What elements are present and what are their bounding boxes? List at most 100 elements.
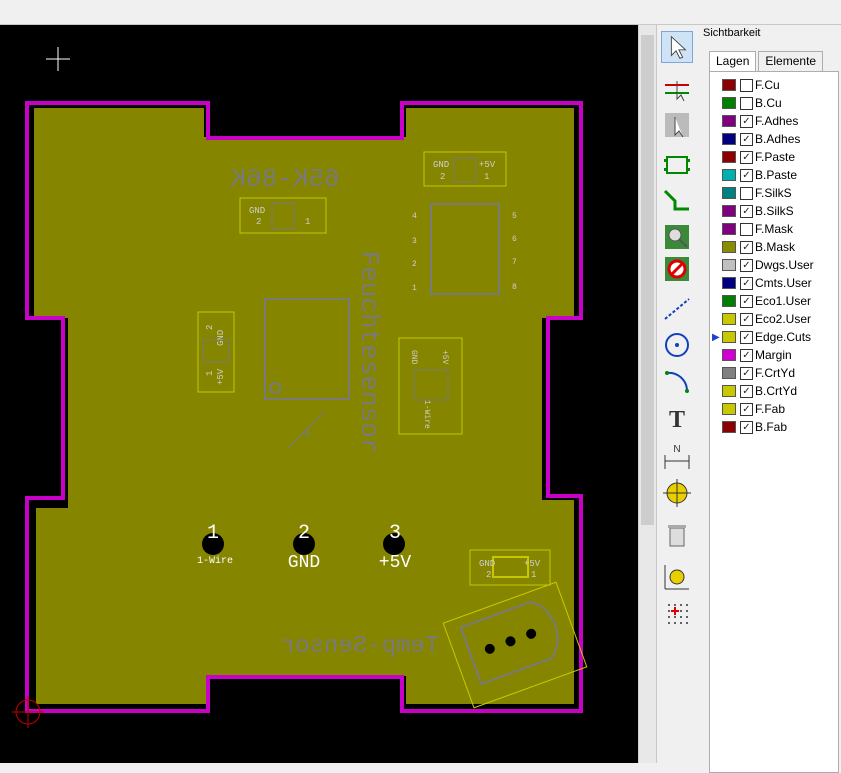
set-origin-tool[interactable] [661,561,693,593]
layer-color-swatch[interactable] [722,349,736,361]
layer-row-f-cu[interactable]: F.Cu [710,76,838,94]
pcb-canvas[interactable]: 65K-86K Feuchtesensor Temp-Sensor GND +5… [0,25,638,763]
layer-color-swatch[interactable] [722,169,736,181]
layer-row-f-silks[interactable]: F.SilkS [710,184,838,202]
layer-color-swatch[interactable] [722,259,736,271]
layer-row-f-fab[interactable]: ✓ F.Fab [710,400,838,418]
layer-color-swatch[interactable] [722,295,736,307]
layer-visibility-checkbox[interactable] [740,186,753,200]
layer-color-swatch[interactable] [722,115,736,127]
layer-row-f-crtyd[interactable]: ✓ F.CrtYd [710,364,838,382]
pad-2-label: GND [288,553,320,573]
layer-visibility-checkbox[interactable]: ✓ [740,132,753,146]
scrollbar-thumb[interactable] [641,35,654,525]
layer-color-swatch[interactable] [722,79,736,91]
connector-top-pin2: 2 [440,172,445,182]
layer-color-swatch[interactable] [722,403,736,415]
layer-color-swatch[interactable] [722,133,736,145]
layer-row-b-fab[interactable]: ✓ B.Fab [710,418,838,436]
grid-origin-tool[interactable] [661,597,693,629]
pad-1-label: 1-Wire [197,555,233,567]
svg-text:T: T [669,407,685,433]
layer-color-swatch[interactable] [722,151,736,163]
layer-visibility-checkbox[interactable]: ✓ [740,276,753,290]
draw-circle-icon [665,333,689,357]
connector-middle-gnd: GND [409,350,418,365]
layer-visibility-checkbox[interactable] [740,78,753,92]
layer-row-f-paste[interactable]: ✓ F.Paste [710,148,838,166]
connector-middle-1wire: 1-Wire [422,400,431,429]
layer-row-f-adhes[interactable]: ✓ F.Adhes [710,112,838,130]
layer-row-b-silks[interactable]: ✓ B.SilkS [710,202,838,220]
select-arrow-tool[interactable] [661,31,693,63]
layer-row-dwgs-user[interactable]: ✓ Dwgs.User [710,256,838,274]
layer-color-swatch[interactable] [722,313,736,325]
connector-upper-gnd: GND [249,206,265,216]
layer-color-swatch[interactable] [722,331,736,343]
layer-row-eco1-user[interactable]: ✓ Eco1.User [710,292,838,310]
layer-visibility-checkbox[interactable]: ✓ [740,312,753,326]
layer-visibility-checkbox[interactable]: ✓ [740,366,753,380]
layer-visibility-checkbox[interactable]: ✓ [740,420,753,434]
tab-elemente[interactable]: Elemente [758,51,824,72]
layer-color-swatch[interactable] [722,205,736,217]
layer-row-b-paste[interactable]: ✓ B.Paste [710,166,838,184]
layer-row-eco2-user[interactable]: ✓ Eco2.User [710,310,838,328]
connector-top-pin1: 1 [484,172,489,182]
layer-visibility-checkbox[interactable]: ✓ [740,240,753,254]
layer-visibility-checkbox[interactable]: ✓ [740,348,753,362]
layer-name: Eco1.User [755,294,812,308]
draw-line-tool[interactable] [661,293,693,325]
layer-visibility-checkbox[interactable]: ✓ [740,258,753,272]
layer-color-swatch[interactable] [722,223,736,235]
layer-visibility-checkbox[interactable]: ✓ [740,150,753,164]
add-via-tool[interactable] [661,221,693,253]
add-footprint-tool[interactable] [661,149,693,181]
add-dimension-tool[interactable]: N [661,441,693,473]
route-track-tool[interactable] [661,185,693,217]
layer-visibility-checkbox[interactable] [740,96,753,110]
layer-name: B.Paste [755,168,798,182]
layer-visibility-checkbox[interactable]: ✓ [740,114,753,128]
layer-visibility-checkbox[interactable]: ✓ [740,204,753,218]
draw-circle-tool[interactable] [661,329,693,361]
vertical-scrollbar[interactable] [638,25,657,763]
layer-row-b-mask[interactable]: ✓ B.Mask [710,238,838,256]
layer-row-b-adhes[interactable]: ✓ B.Adhes [710,130,838,148]
pcb-board-drawing[interactable]: 65K-86K Feuchtesensor Temp-Sensor GND +5… [0,25,638,763]
layer-color-swatch[interactable] [722,367,736,379]
delete-trash-tool[interactable] [661,519,693,551]
layer-row-cmts-user[interactable]: ✓ Cmts.User [710,274,838,292]
layer-color-swatch[interactable] [722,277,736,289]
top-toolbar-strip [0,0,841,25]
tab-lagen[interactable]: Lagen [709,51,757,72]
layer-row-b-cu[interactable]: B.Cu [710,94,838,112]
layer-visibility-checkbox[interactable]: ✓ [740,402,753,416]
set-origin-icon [664,565,689,590]
draw-arc-tool[interactable] [661,365,693,397]
layer-row-margin[interactable]: ✓ Margin [710,346,838,364]
add-keepout-zone-tool[interactable] [661,253,693,285]
layer-row-f-mask[interactable]: F.Mask [710,220,838,238]
layer-row-edge-cuts[interactable]: ▶ ✓ Edge.Cuts [710,328,838,346]
layer-visibility-checkbox[interactable]: ✓ [740,168,753,182]
layer-color-swatch[interactable] [722,97,736,109]
layer-color-swatch[interactable] [722,421,736,433]
crosshair-cursor-icon [46,47,70,71]
board-mask-area [34,108,574,704]
layer-visibility-checkbox[interactable]: ✓ [740,384,753,398]
temp-sensor-text: Temp-Sensor [281,633,439,660]
panel-tabs: Lagen Elemente [709,51,825,72]
add-text-tool[interactable]: T [661,401,693,433]
layer-row-b-crtyd[interactable]: ✓ B.CrtYd [710,382,838,400]
layer-target-tool[interactable] [661,477,693,509]
layer-visibility-checkbox[interactable] [740,222,753,236]
layer-color-swatch[interactable] [722,385,736,397]
local-ratsnest-tool[interactable] [661,109,693,141]
layer-color-swatch[interactable] [722,187,736,199]
layer-visibility-checkbox[interactable]: ✓ [740,330,753,344]
highlight-net-tool[interactable] [661,73,693,105]
add-footprint-icon [664,156,690,174]
layer-color-swatch[interactable] [722,241,736,253]
layer-visibility-checkbox[interactable]: ✓ [740,294,753,308]
